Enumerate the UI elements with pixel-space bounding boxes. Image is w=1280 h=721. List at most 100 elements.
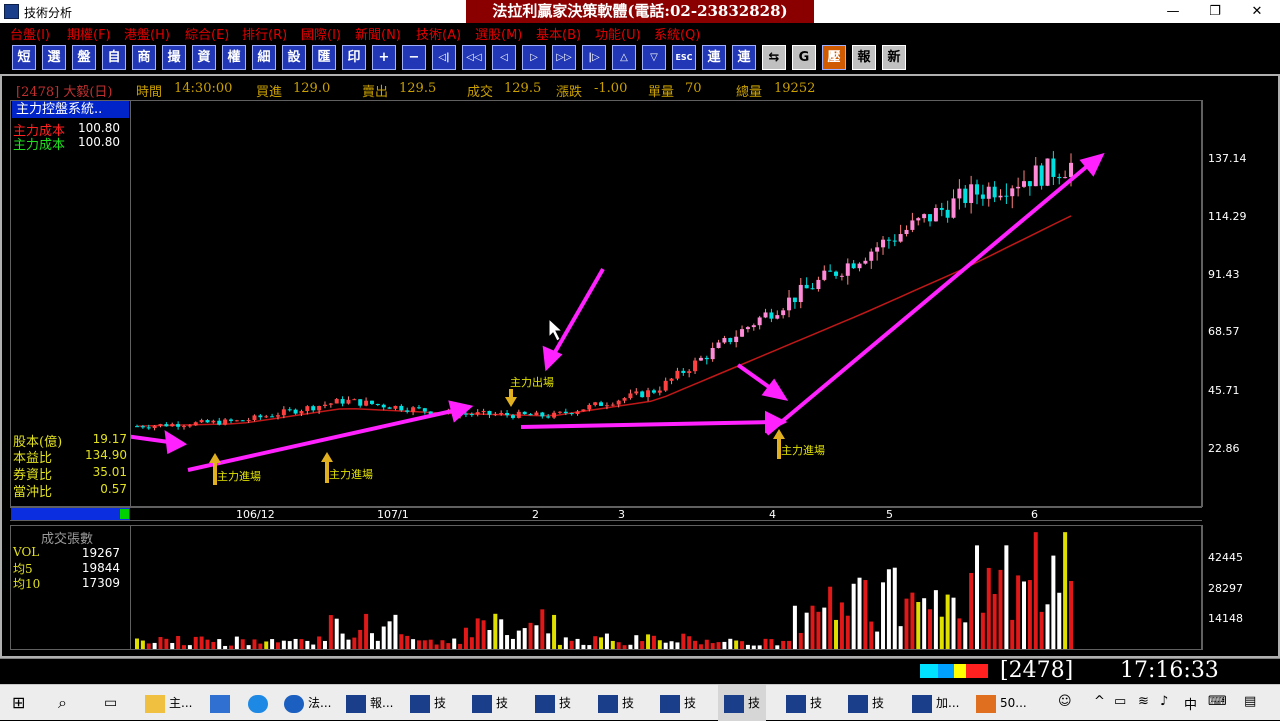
candle-body	[710, 347, 715, 360]
toolbar-button[interactable]: G	[792, 45, 816, 70]
start-button[interactable]: ⊞	[12, 685, 25, 721]
volume-bar	[704, 639, 709, 649]
scroll-thumb[interactable]	[120, 509, 129, 519]
toolbar-button[interactable]: 連	[702, 45, 726, 70]
status-indicator	[954, 664, 966, 678]
up-button[interactable]: △	[612, 45, 636, 70]
candle-body	[1016, 186, 1021, 189]
next-button[interactable]: ▷	[522, 45, 546, 70]
volume-bar	[446, 643, 451, 649]
candle-body	[328, 403, 333, 405]
price-tick: 114.29	[1208, 210, 1247, 223]
esc-button[interactable]: ESC	[672, 45, 696, 70]
keyboard-icon[interactable]: ⌨	[1208, 694, 1227, 709]
toolbar-button[interactable]: 資	[192, 45, 216, 70]
rewind-button[interactable]: ◁◁	[462, 45, 486, 70]
toolbar-button[interactable]: 連	[732, 45, 756, 70]
candle-body	[287, 409, 292, 411]
candle-body	[1045, 158, 1050, 186]
quote-info-bar: [2478] 大毅(日) 時間 14:30:00 買進 129.0 賣出 129…	[12, 79, 1274, 100]
candle-body	[322, 404, 327, 406]
scroll-bar[interactable]	[11, 508, 130, 520]
taskbar-item[interactable]: 50...	[976, 685, 1027, 721]
candle-body	[881, 239, 886, 248]
taskbar-item[interactable]: 加...	[912, 685, 959, 721]
search-icon[interactable]: ⌕	[58, 685, 67, 721]
toolbar-button[interactable]: 報	[852, 45, 876, 70]
chevron-up-icon[interactable]: ^	[1094, 694, 1105, 709]
toolbar-button[interactable]: 壓	[822, 45, 846, 70]
maximize-button[interactable]: ❐	[1192, 0, 1238, 23]
battery-icon[interactable]: ▭	[1114, 694, 1126, 709]
taskbar-item-active[interactable]: 技	[718, 685, 767, 721]
toolbar-button[interactable]: 短	[12, 45, 36, 70]
candle-body	[1010, 188, 1015, 197]
candle-body	[769, 312, 774, 319]
forward-button[interactable]: ▷▷	[552, 45, 576, 70]
toolbar-button[interactable]: 權	[222, 45, 246, 70]
taskbar-item[interactable]	[248, 685, 272, 721]
taskbar-item[interactable]: 技	[848, 685, 884, 721]
system-title[interactable]: 主力控盤系統..	[12, 101, 129, 118]
toolbar-button[interactable]: 設	[282, 45, 306, 70]
candle-body	[757, 317, 762, 326]
entry-marker-3: 主力進場	[773, 429, 825, 459]
office-icon	[976, 694, 996, 713]
wifi-icon[interactable]: ≋	[1138, 694, 1149, 709]
volume-bar	[804, 612, 809, 649]
last-button[interactable]: |▷	[582, 45, 606, 70]
candle-body	[311, 406, 316, 411]
taskbar-item[interactable]: 法...	[284, 685, 331, 721]
toolbar-button[interactable]: 細	[252, 45, 276, 70]
taskbar-item[interactable]: 報...	[346, 685, 393, 721]
volume-bar	[998, 569, 1003, 649]
toolbar-button[interactable]: 盤	[72, 45, 96, 70]
first-button[interactable]: ◁|	[432, 45, 456, 70]
price-chart[interactable]: 主力進場 主力進場 主力進場 主力出場	[131, 101, 1201, 506]
candle-body	[816, 279, 821, 290]
taskbar-item[interactable]: 技	[598, 685, 634, 721]
candle-body	[563, 411, 568, 414]
toolbar-button[interactable]: 商	[132, 45, 156, 70]
people-icon[interactable]: ☺	[1058, 694, 1072, 709]
ime-indicator[interactable]: 中	[1184, 694, 1197, 713]
toolbar-button[interactable]: ⇆	[762, 45, 786, 70]
taskbar-item[interactable]	[210, 685, 234, 721]
toolbar-button[interactable]: 自	[102, 45, 126, 70]
volume-bar	[499, 619, 504, 649]
close-button[interactable]: ✕	[1234, 0, 1280, 23]
notification-icon[interactable]: ▤	[1244, 694, 1256, 709]
zoom-in-button[interactable]: +	[372, 45, 396, 70]
change-label: 漲跌	[556, 85, 583, 100]
toolbar-button[interactable]: 新	[882, 45, 906, 70]
taskbar-item[interactable]: 主...	[145, 685, 192, 721]
volume-bar	[687, 636, 692, 649]
taskbar-item[interactable]: 技	[410, 685, 446, 721]
volume-bar	[146, 643, 151, 649]
taskbar-item[interactable]: 技	[472, 685, 508, 721]
candle-body	[264, 416, 269, 418]
prev-button[interactable]: ◁	[492, 45, 516, 70]
down-button[interactable]: ▽	[642, 45, 666, 70]
candle-body	[775, 315, 780, 319]
candle-body	[581, 409, 586, 412]
toolbar-button[interactable]: 撮	[162, 45, 186, 70]
volume-bar	[135, 638, 139, 649]
task-view-icon[interactable]: ▭	[104, 685, 117, 721]
volume-bar	[463, 627, 468, 649]
volume-chart[interactable]	[131, 526, 1201, 649]
chart-app-icon	[848, 694, 868, 713]
volume-bar	[205, 639, 210, 649]
volume-bar	[886, 569, 891, 649]
toolbar-button[interactable]: 印	[342, 45, 366, 70]
volume-tick: 14148	[1208, 612, 1243, 625]
volume-icon[interactable]: ♪	[1160, 694, 1168, 709]
taskbar-item[interactable]: 技	[660, 685, 696, 721]
toolbar-button[interactable]: 匯	[312, 45, 336, 70]
minimize-button[interactable]: —	[1150, 0, 1196, 23]
toolbar-button[interactable]: 選	[42, 45, 66, 70]
taskbar-item[interactable]: 技	[535, 685, 571, 721]
taskbar-item[interactable]: 技	[786, 685, 822, 721]
vol-value: 19267	[81, 546, 120, 560]
zoom-out-button[interactable]: −	[402, 45, 426, 70]
